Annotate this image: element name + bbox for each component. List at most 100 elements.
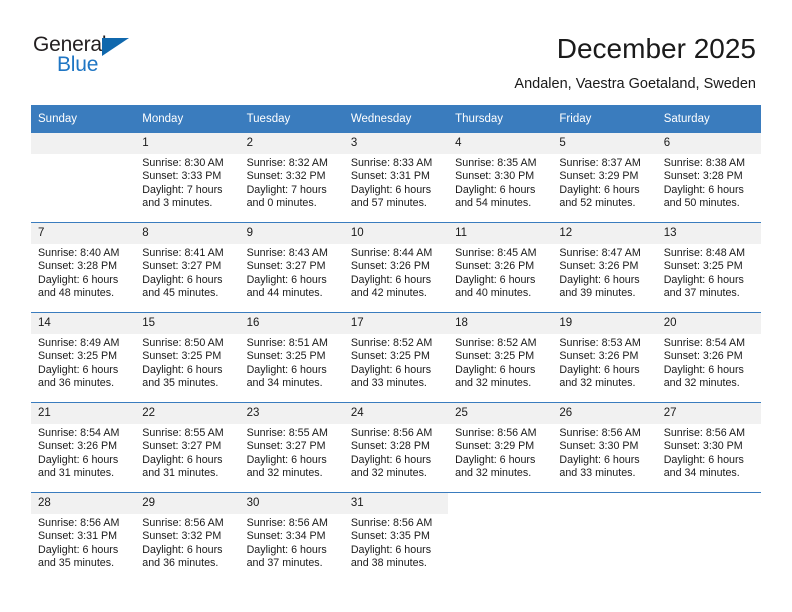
day-cell-content: 26 Sunrise: 8:56 AM Sunset: 3:30 PM Dayligh… — [552, 403, 657, 492]
logo-triangle-icon — [102, 38, 129, 56]
calendar-day-cell[interactable]: 29 Sunrise: 8:56 AM Sunset: 3:32 PM Dayligh… — [135, 492, 240, 582]
day-info-line: Daylight: 6 hours — [455, 453, 536, 466]
day-info-line: Sunrise: 8:56 AM — [455, 427, 537, 439]
calendar-day-cell[interactable]: 20 Sunrise: 8:54 AM Sunset: 3:26 PM Dayligh… — [656, 312, 761, 403]
day-cell-content: 14 Sunrise: 8:49 AM Sunset: 3:25 PM Dayligh… — [31, 313, 136, 402]
day-sun-info: Sunrise: 8:54 AM Sunset: 3:26 PM Daylight:… — [657, 334, 761, 391]
weekday-header-monday: Monday — [135, 105, 240, 133]
calendar-day-cell[interactable]: 6 Sunrise: 8:38 AM Sunset: 3:28 PM Daylight… — [656, 133, 761, 223]
day-info-line: Daylight: 6 hours — [246, 363, 327, 376]
calendar-day-cell[interactable]: 14 Sunrise: 8:49 AM Sunset: 3:25 PM Dayligh… — [31, 312, 136, 403]
calendar-day-cell[interactable]: 8 Sunrise: 8:41 AM Sunset: 3:27 PM Daylight… — [135, 222, 240, 313]
calendar-day-cell[interactable]: 19 Sunrise: 8:53 AM Sunset: 3:26 PM Dayligh… — [552, 312, 657, 403]
calendar-body: 1 Sunrise: 8:30 AM Sunset: 3:33 PM Daylight… — [31, 133, 761, 582]
day-info-line: Daylight: 6 hours — [663, 183, 744, 196]
day-info-line: Sunrise: 8:37 AM — [559, 157, 641, 169]
day-info-line: Sunrise: 8:56 AM — [350, 427, 433, 439]
day-number: 1 — [135, 133, 240, 154]
day-info-line: Sunset: 3:30 PM — [455, 170, 535, 183]
calendar-day-cell[interactable]: 1 Sunrise: 8:30 AM Sunset: 3:33 PM Daylight… — [135, 133, 240, 223]
day-info-line: and 32 minutes. — [663, 377, 740, 390]
day-sun-info: Sunrise: 8:56 AM Sunset: 3:28 PM Daylight:… — [344, 424, 448, 481]
day-info-line: and 31 minutes. — [38, 467, 115, 480]
calendar-day-cell[interactable]: 21 Sunrise: 8:54 AM Sunset: 3:26 PM Dayligh… — [31, 402, 136, 493]
day-number: 20 — [656, 313, 761, 334]
day-number: 17 — [343, 313, 449, 334]
day-sun-info: Sunrise: 8:45 AM Sunset: 3:26 PM Daylight:… — [448, 244, 552, 301]
day-cell-content — [448, 493, 553, 582]
day-info-line: and 34 minutes. — [246, 377, 323, 390]
calendar-day-cell[interactable]: 28 Sunrise: 8:56 AM Sunset: 3:31 PM Dayligh… — [31, 492, 136, 582]
day-cell-content: 8 Sunrise: 8:41 AM Sunset: 3:27 PM Daylight… — [135, 223, 240, 312]
day-info-line: Sunrise: 8:33 AM — [350, 157, 433, 169]
calendar-day-cell[interactable]: 26 Sunrise: 8:56 AM Sunset: 3:30 PM Dayligh… — [552, 402, 657, 493]
calendar-day-cell[interactable]: 31 Sunrise: 8:56 AM Sunset: 3:35 PM Dayligh… — [343, 492, 449, 582]
calendar-day-cell[interactable]: 24 Sunrise: 8:56 AM Sunset: 3:28 PM Dayligh… — [343, 402, 449, 493]
day-info-line: Daylight: 7 hours — [142, 183, 223, 196]
day-number: 11 — [448, 223, 553, 244]
calendar-day-cell[interactable]: 18 Sunrise: 8:52 AM Sunset: 3:25 PM Dayligh… — [448, 312, 553, 403]
calendar-day-cell[interactable]: 12 Sunrise: 8:47 AM Sunset: 3:26 PM Dayligh… — [552, 222, 657, 313]
calendar-empty-cell — [448, 492, 553, 582]
calendar-day-cell[interactable]: 7 Sunrise: 8:40 AM Sunset: 3:28 PM Daylight… — [31, 222, 136, 313]
page-header: General Blue December 2025 Andalen, Vaes… — [0, 0, 792, 100]
day-info-line: Sunrise: 8:55 AM — [142, 427, 224, 439]
calendar-day-cell[interactable]: 2 Sunrise: 8:32 AM Sunset: 3:32 PM Daylight… — [239, 133, 344, 223]
day-info-line: Sunrise: 8:56 AM — [38, 517, 120, 529]
day-info-line: Daylight: 6 hours — [350, 453, 432, 466]
day-cell-content: 10 Sunrise: 8:44 AM Sunset: 3:26 PM Dayligh… — [343, 223, 449, 312]
calendar-day-cell[interactable]: 23 Sunrise: 8:55 AM Sunset: 3:27 PM Dayligh… — [239, 402, 344, 493]
day-sun-info: Sunrise: 8:56 AM Sunset: 3:30 PM Daylight:… — [552, 424, 656, 481]
weekday-header-sunday: Sunday — [31, 105, 136, 133]
general-blue-logo[interactable]: General Blue — [33, 33, 183, 83]
weekday-header-saturday: Saturday — [656, 105, 761, 133]
day-number: 4 — [448, 133, 553, 154]
calendar-header-row: Sunday Monday Tuesday Wednesday Thursday Frid… — [31, 105, 761, 133]
calendar-day-cell[interactable]: 16 Sunrise: 8:51 AM Sunset: 3:25 PM Dayligh… — [239, 312, 344, 403]
calendar-day-cell[interactable]: 15 Sunrise: 8:50 AM Sunset: 3:25 PM Dayligh… — [135, 312, 240, 403]
day-info-line: Sunset: 3:25 PM — [142, 350, 222, 363]
day-info-line: and 32 minutes. — [455, 377, 532, 390]
day-info-line: Sunrise: 8:45 AM — [455, 247, 537, 259]
calendar-day-cell[interactable]: 25 Sunrise: 8:56 AM Sunset: 3:29 PM Dayligh… — [448, 402, 553, 493]
day-cell-content: 16 Sunrise: 8:51 AM Sunset: 3:25 PM Dayligh… — [239, 313, 344, 402]
day-info-line: Daylight: 6 hours — [663, 273, 744, 286]
calendar-day-cell[interactable]: 30 Sunrise: 8:56 AM Sunset: 3:34 PM Dayligh… — [239, 492, 344, 582]
calendar-empty-cell — [656, 492, 761, 582]
day-number: 10 — [343, 223, 449, 244]
day-info-line: Sunrise: 8:41 AM — [142, 247, 224, 259]
day-info-line: Sunrise: 8:40 AM — [38, 247, 120, 259]
day-cell-content: 5 Sunrise: 8:37 AM Sunset: 3:29 PM Daylight… — [552, 133, 657, 222]
calendar-day-cell[interactable]: 4 Sunrise: 8:35 AM Sunset: 3:30 PM Daylight… — [448, 133, 553, 223]
day-info-line: Sunset: 3:30 PM — [663, 440, 743, 453]
day-info-line: Sunrise: 8:55 AM — [246, 427, 328, 439]
calendar-day-cell[interactable]: 27 Sunrise: 8:56 AM Sunset: 3:30 PM Dayligh… — [656, 402, 761, 493]
calendar-day-cell[interactable]: 22 Sunrise: 8:55 AM Sunset: 3:27 PM Dayligh… — [135, 402, 240, 493]
day-info-line: and 42 minutes. — [350, 287, 427, 300]
day-info-line: Sunset: 3:25 PM — [246, 350, 326, 363]
day-info-line: Sunrise: 8:44 AM — [350, 247, 433, 259]
day-info-line: Sunrise: 8:56 AM — [663, 427, 746, 439]
day-info-line: Sunset: 3:27 PM — [142, 260, 222, 273]
day-info-line: Sunrise: 8:51 AM — [246, 337, 328, 349]
calendar-day-cell[interactable]: 11 Sunrise: 8:45 AM Sunset: 3:26 PM Dayligh… — [448, 222, 553, 313]
day-info-line: and 35 minutes. — [142, 377, 219, 390]
day-info-line: Daylight: 6 hours — [246, 453, 327, 466]
day-number: 23 — [239, 403, 344, 424]
day-number: 7 — [31, 223, 136, 244]
day-cell-content: 22 Sunrise: 8:55 AM Sunset: 3:27 PM Dayligh… — [135, 403, 240, 492]
calendar-day-cell[interactable]: 3 Sunrise: 8:33 AM Sunset: 3:31 PM Daylight… — [343, 133, 449, 223]
day-info-line: Sunset: 3:27 PM — [246, 260, 326, 273]
calendar-day-cell[interactable]: 13 Sunrise: 8:48 AM Sunset: 3:25 PM Dayligh… — [656, 222, 761, 313]
day-info-line: Sunset: 3:25 PM — [38, 350, 118, 363]
calendar-day-cell[interactable]: 9 Sunrise: 8:43 AM Sunset: 3:27 PM Daylight… — [239, 222, 344, 313]
day-info-line: Sunset: 3:28 PM — [350, 440, 430, 453]
day-number: 12 — [552, 223, 657, 244]
day-cell-content — [552, 493, 657, 582]
calendar-day-cell[interactable]: 17 Sunrise: 8:52 AM Sunset: 3:25 PM Dayligh… — [343, 312, 449, 403]
calendar-day-cell[interactable]: 10 Sunrise: 8:44 AM Sunset: 3:26 PM Dayligh… — [343, 222, 449, 313]
day-info-line: Sunrise: 8:49 AM — [38, 337, 120, 349]
calendar-day-cell[interactable]: 5 Sunrise: 8:37 AM Sunset: 3:29 PM Daylight… — [552, 133, 657, 223]
day-info-line: and 33 minutes. — [350, 377, 427, 390]
day-sun-info: Sunrise: 8:56 AM Sunset: 3:31 PM Daylight:… — [31, 514, 135, 571]
